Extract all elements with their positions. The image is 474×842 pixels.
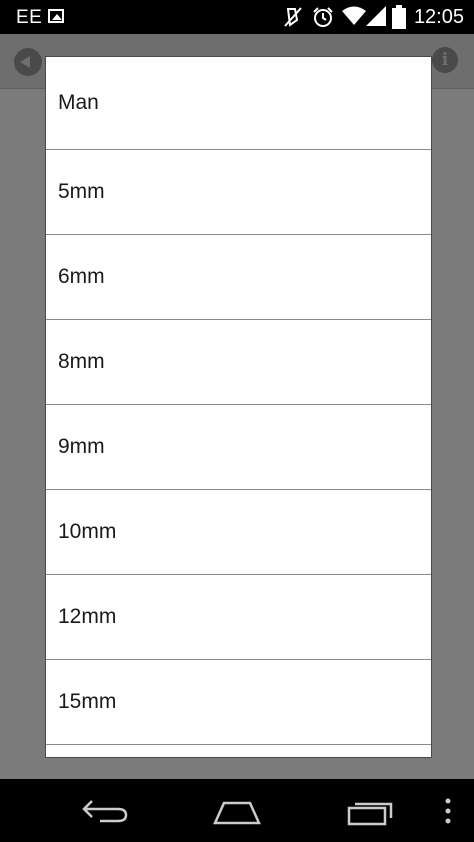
option-item[interactable]: 9mm bbox=[46, 405, 431, 490]
option-label: 9mm bbox=[58, 435, 105, 458]
option-label: Man bbox=[58, 91, 99, 114]
back-icon[interactable] bbox=[14, 48, 42, 76]
back-nav-icon[interactable] bbox=[80, 797, 130, 825]
image-icon bbox=[48, 9, 64, 23]
option-label: 15mm bbox=[58, 690, 117, 713]
recent-apps-icon[interactable] bbox=[347, 798, 395, 826]
option-label: 6mm bbox=[58, 265, 105, 288]
option-label: 5mm bbox=[58, 180, 105, 203]
overflow-menu-icon[interactable] bbox=[444, 797, 452, 825]
battery-icon bbox=[392, 5, 406, 29]
info-icon[interactable]: i bbox=[432, 47, 458, 73]
home-nav-icon[interactable] bbox=[212, 799, 262, 825]
carrier-label: EE bbox=[16, 7, 43, 28]
wifi-icon bbox=[342, 6, 366, 25]
clock: 12:05 bbox=[413, 6, 464, 28]
navigation-bar bbox=[0, 779, 474, 842]
status-bar: EE 12:05 bbox=[0, 0, 474, 34]
option-label: 8mm bbox=[58, 350, 105, 373]
signal-icon bbox=[366, 6, 386, 26]
alarm-icon bbox=[313, 7, 333, 27]
option-item[interactable]: 8mm bbox=[46, 320, 431, 405]
option-item[interactable]: Man bbox=[46, 57, 431, 150]
option-item[interactable]: 5mm bbox=[46, 150, 431, 235]
options-dialog: Man 5mm 6mm 8mm 9mm 10mm 12mm 15mm bbox=[45, 56, 432, 758]
option-item[interactable]: 15mm bbox=[46, 660, 431, 745]
option-label: 10mm bbox=[58, 520, 117, 543]
option-item[interactable]: 12mm bbox=[46, 575, 431, 660]
mute-icon bbox=[284, 7, 302, 27]
option-item-partial[interactable] bbox=[46, 745, 431, 757]
option-item[interactable]: 10mm bbox=[46, 490, 431, 575]
option-item[interactable]: 6mm bbox=[46, 235, 431, 320]
option-label: 12mm bbox=[58, 605, 117, 628]
